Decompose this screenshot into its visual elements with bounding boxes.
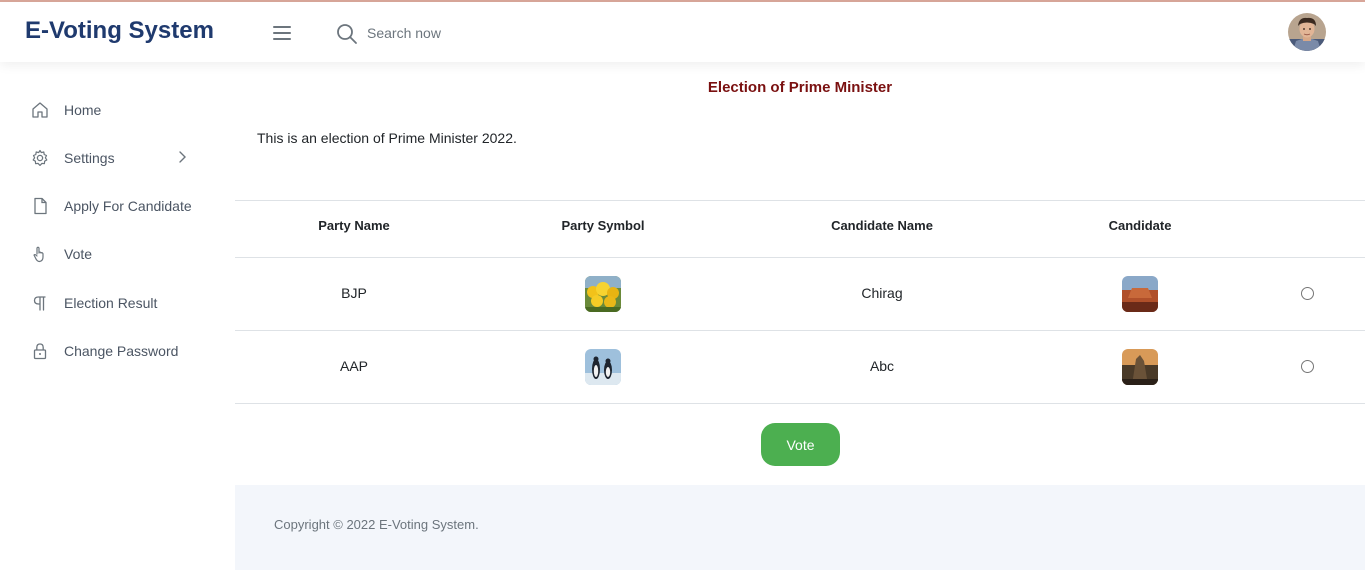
- sidebar-item-label: Election Result: [64, 295, 158, 311]
- party-symbol-image: [585, 276, 621, 312]
- column-header-candidate-name: Candidate Name: [831, 218, 933, 233]
- search-input[interactable]: [367, 21, 567, 45]
- brand-logo[interactable]: E-Voting System: [25, 17, 214, 45]
- election-title: Election of Prime Minister: [707, 79, 893, 96]
- vote-radio-aap[interactable]: [1301, 360, 1314, 373]
- candidate-name: Chirag: [861, 285, 903, 301]
- sidebar-item-apply-for-candidate[interactable]: Apply For Candidate: [0, 188, 235, 224]
- sidebar-item-label: Apply For Candidate: [64, 198, 192, 214]
- menu-toggle-icon[interactable]: [273, 26, 291, 40]
- main-content: Election of Prime Minister This is an el…: [235, 62, 1365, 570]
- file-icon: [34, 197, 47, 215]
- footer-copyright: Copyright © 2022 E-Voting System.: [274, 517, 479, 532]
- sidebar: Home Settings Apply For Candidate Vote E…: [0, 62, 235, 570]
- footer: Copyright © 2022 E-Voting System.: [235, 485, 1365, 570]
- column-header-party-name: Party Name: [318, 218, 390, 233]
- hand-pointer-icon: [33, 246, 44, 263]
- party-symbol-image: [585, 349, 621, 385]
- sidebar-item-vote[interactable]: Vote: [0, 236, 235, 272]
- vote-button[interactable]: Vote: [761, 423, 840, 466]
- election-description: This is an election of Prime Minister 20…: [257, 130, 517, 146]
- pilcrow-icon: [33, 296, 46, 311]
- sidebar-item-settings[interactable]: Settings: [0, 140, 235, 176]
- sidebar-item-label: Vote: [64, 246, 93, 262]
- user-avatar[interactable]: [1288, 13, 1326, 51]
- gear-icon: [32, 149, 48, 166]
- chevron-right-icon: [179, 151, 186, 163]
- candidate-photo: [1122, 276, 1158, 312]
- candidate-name: Abc: [869, 358, 895, 374]
- top-header: E-Voting System: [0, 2, 1365, 62]
- table-header: Party Name Party Symbol Candidate Name C…: [235, 200, 1365, 258]
- table-row: AAP Abc: [235, 331, 1365, 404]
- column-header-party-symbol: Party Symbol: [561, 218, 645, 233]
- column-header-candidate: Candidate: [1108, 218, 1172, 233]
- table-row: BJP Chirag: [235, 258, 1365, 331]
- sidebar-item-label: Home: [64, 102, 102, 118]
- search-icon[interactable]: [336, 23, 358, 45]
- party-name: BJP: [341, 285, 367, 301]
- candidate-photo: [1122, 349, 1158, 385]
- sidebar-item-change-password[interactable]: Change Password: [0, 333, 235, 369]
- party-name: AAP: [339, 358, 368, 374]
- sidebar-item-election-result[interactable]: Election Result: [0, 285, 235, 321]
- sidebar-item-label: Settings: [64, 150, 115, 166]
- sidebar-item-label: Change Password: [64, 343, 179, 359]
- vote-radio-bjp[interactable]: [1301, 287, 1314, 300]
- home-icon: [32, 102, 48, 118]
- lock-icon: [33, 343, 47, 360]
- sidebar-item-home[interactable]: Home: [0, 92, 235, 128]
